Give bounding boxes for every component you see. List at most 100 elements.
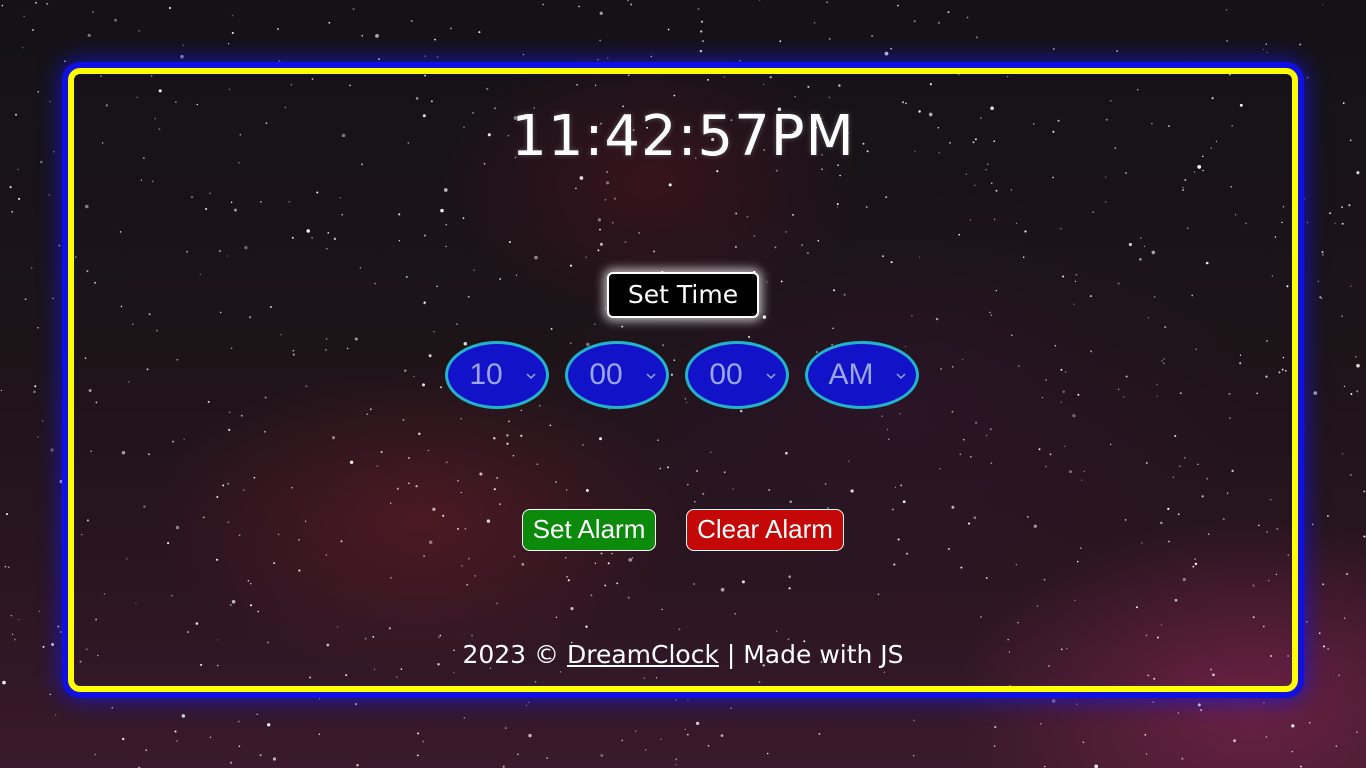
star (48, 194, 51, 196)
star (783, 692, 785, 695)
set-alarm-button[interactable]: Set Alarm (522, 509, 656, 551)
star (1, 4, 4, 7)
star (59, 479, 64, 484)
star (1145, 753, 1148, 755)
star (699, 49, 703, 53)
star (318, 698, 321, 700)
star (890, 47, 892, 50)
star (525, 704, 528, 707)
star (1338, 674, 1340, 676)
star (434, 38, 436, 41)
star (9, 186, 12, 189)
star (11, 633, 14, 635)
star (505, 727, 507, 729)
star (37, 327, 39, 329)
star (1363, 535, 1366, 538)
star (1356, 363, 1360, 368)
star (1320, 297, 1323, 300)
star (174, 730, 177, 733)
star (328, 21, 331, 24)
footer: 2023 © DreamClock | Made with JS (0, 640, 1366, 669)
star (181, 714, 186, 718)
star (646, 693, 648, 696)
star (1321, 253, 1324, 256)
star (1291, 724, 1295, 728)
star (48, 100, 51, 103)
star (1321, 251, 1324, 253)
star (1177, 712, 1180, 714)
star (209, 736, 212, 739)
star (1082, 741, 1085, 744)
minute-select[interactable]: 00 (565, 341, 669, 409)
star (947, 11, 950, 14)
star (739, 59, 741, 62)
star (168, 6, 171, 10)
star (18, 197, 21, 200)
star (94, 753, 97, 756)
star (828, 38, 831, 40)
star (992, 693, 995, 696)
star (1299, 43, 1302, 46)
star (1044, 765, 1046, 768)
star (542, 3, 544, 6)
star (1349, 473, 1352, 476)
star (52, 297, 54, 300)
star (1343, 385, 1346, 388)
footer-copyright: 2023 © (462, 640, 567, 669)
star (1039, 722, 1042, 725)
star (650, 55, 652, 58)
set-time-heading-button[interactable]: Set Time (607, 272, 759, 318)
chevron-down-icon (766, 373, 776, 380)
star (897, 4, 899, 7)
star (259, 754, 262, 757)
second-select[interactable]: 00 (685, 341, 789, 409)
star (272, 757, 277, 761)
star (630, 3, 633, 6)
star (1317, 280, 1319, 282)
star (0, 389, 2, 391)
hour-select[interactable]: 10 (445, 341, 549, 409)
ampm-select[interactable]: AM (805, 341, 919, 409)
star (1356, 731, 1358, 733)
star (417, 732, 420, 735)
star (182, 44, 185, 47)
star (17, 168, 19, 171)
star (231, 31, 234, 35)
chevron-down-icon (896, 373, 906, 380)
star (41, 420, 44, 422)
footer-brand-link[interactable]: DreamClock (567, 640, 719, 669)
star (1263, 702, 1265, 704)
star (686, 733, 689, 736)
star (1094, 764, 1099, 768)
star (436, 55, 439, 58)
clear-alarm-button[interactable]: Clear Alarm (686, 509, 844, 551)
star (92, 11, 94, 13)
star (502, 765, 505, 768)
star (1334, 222, 1336, 224)
star (1190, 61, 1192, 64)
star (1265, 43, 1268, 46)
star (1350, 393, 1353, 395)
star (1344, 617, 1346, 619)
star (37, 90, 40, 93)
star (30, 267, 33, 269)
star (687, 699, 689, 701)
star (54, 714, 57, 716)
star (599, 39, 601, 42)
star (1341, 206, 1343, 209)
star (1152, 701, 1154, 703)
star (450, 27, 452, 30)
star (758, 0, 761, 1)
star (937, 21, 941, 25)
star (783, 62, 786, 65)
star (920, 695, 923, 699)
star (1327, 515, 1329, 517)
star (1305, 620, 1308, 623)
star (597, 58, 599, 61)
star (546, 757, 549, 759)
star (975, 36, 978, 39)
star (1053, 48, 1055, 50)
star (87, 33, 91, 38)
star (463, 717, 466, 719)
star (278, 60, 281, 63)
